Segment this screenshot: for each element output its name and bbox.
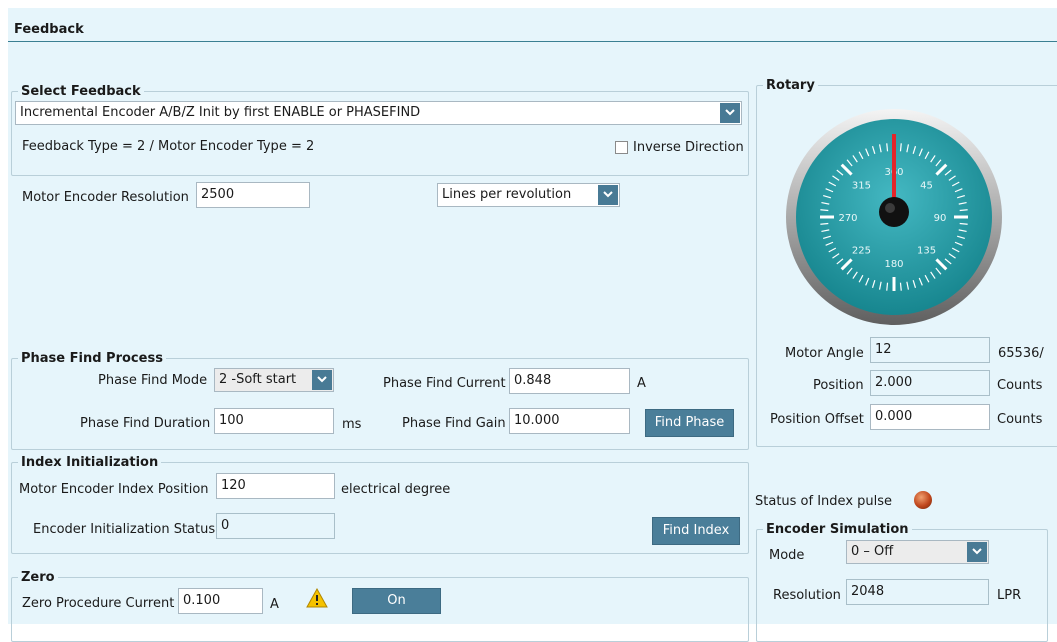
feedback-type-text: Feedback Type = 2 / Motor Encoder Type =… (22, 139, 315, 154)
index-pulse-label: Status of Index pulse (755, 494, 893, 509)
index-position-unit: electrical degree (341, 482, 451, 497)
gauge-minor-tick (899, 282, 902, 291)
gauge-minor-tick (820, 209, 829, 212)
gauge-label: 90 (934, 213, 947, 224)
panel-title: Feedback (14, 22, 84, 37)
sim-resolution-unit: LPR (997, 588, 1022, 603)
chevron-down-icon[interactable] (967, 542, 987, 562)
find-phase-button[interactable]: Find Phase (645, 409, 734, 437)
gauge-minor-tick (886, 282, 889, 291)
gauge-label: 45 (920, 180, 933, 191)
gauge-hub (879, 197, 909, 227)
chevron-down-icon[interactable] (720, 103, 740, 123)
gauge-label: 180 (884, 259, 903, 270)
phase-find-duration-input[interactable]: 100 (214, 408, 334, 434)
rotary-legend: Rotary (766, 78, 815, 93)
gauge-label: 270 (838, 213, 857, 224)
gauge-label: 315 (852, 180, 871, 191)
select-feedback-group: Select Feedback (11, 84, 749, 176)
rotary-gauge: 3604590135180225270315 (786, 109, 1002, 325)
resolution-units-dropdown[interactable]: Lines per revolution (437, 183, 620, 207)
select-feedback-legend: Select Feedback (21, 84, 141, 99)
phase-find-gain-input[interactable]: 10.000 (509, 408, 630, 434)
gauge-minor-tick (959, 209, 968, 212)
motor-encoder-resolution-label: Motor Encoder Resolution (22, 190, 189, 205)
index-position-input[interactable]: 120 (216, 473, 335, 499)
sim-resolution-label: Resolution (773, 588, 841, 603)
index-position-label: Motor Encoder Index Position (19, 482, 209, 497)
index-pulse-led-icon (914, 491, 932, 509)
zero-current-input[interactable]: 0.100 (178, 588, 263, 614)
feedback-type-dropdown[interactable]: Incremental Encoder A/B/Z Init by first … (15, 101, 742, 125)
phase-find-current-label: Phase Find Current (383, 376, 506, 391)
phase-find-current-unit: A (637, 376, 646, 391)
phase-find-legend: Phase Find Process (21, 351, 163, 366)
index-initialization-legend: Index Initialization (21, 455, 159, 470)
phase-find-current-input[interactable]: 0.848 (509, 368, 630, 394)
chevron-down-icon[interactable] (598, 185, 618, 205)
motor-angle-value: 12 (870, 337, 990, 363)
warning-icon (306, 587, 328, 612)
index-initialization-group: Index Initialization (11, 455, 749, 554)
motor-angle-label: Motor Angle (785, 346, 864, 361)
motor-encoder-resolution-input[interactable]: 2500 (196, 182, 310, 208)
gauge-minor-tick (959, 222, 968, 225)
zero-current-label: Zero Procedure Current (22, 596, 175, 611)
chevron-down-icon[interactable] (312, 370, 332, 390)
gauge-minor-tick (886, 143, 889, 152)
encoder-simulation-legend: Encoder Simulation (766, 522, 909, 537)
encoder-init-status-value: 0 (216, 513, 335, 539)
sim-mode-value: 0 – Off (851, 544, 894, 559)
gauge-label: 225 (852, 246, 871, 257)
gauge-label: 135 (917, 246, 936, 257)
position-unit: Counts (997, 378, 1043, 393)
position-offset-label: Position Offset (770, 412, 864, 427)
sim-resolution-value: 2048 (846, 579, 989, 605)
sim-mode-dropdown[interactable]: 0 – Off (846, 540, 989, 564)
phase-find-mode-value: 2 -Soft start (219, 372, 297, 387)
position-label: Position (813, 378, 864, 393)
feedback-type-value: Incremental Encoder A/B/Z Init by first … (20, 105, 421, 120)
phase-find-gain-label: Phase Find Gain (402, 416, 506, 431)
inverse-direction-label: Inverse Direction (633, 140, 744, 155)
sim-mode-label: Mode (769, 548, 805, 563)
title-divider (8, 41, 1057, 42)
phase-find-duration-label: Phase Find Duration (80, 416, 211, 431)
position-offset-unit: Counts (997, 412, 1043, 427)
motor-angle-unit: 65536/ (998, 346, 1044, 361)
resolution-units-value: Lines per revolution (442, 187, 572, 202)
gauge-minor-tick (820, 222, 829, 225)
phase-find-duration-unit: ms (342, 417, 362, 432)
encoder-init-status-label: Encoder Initialization Status (33, 522, 216, 537)
phase-find-mode-label: Phase Find Mode (98, 373, 208, 388)
zero-legend: Zero (21, 570, 55, 585)
inverse-direction-checkbox[interactable] (615, 141, 628, 154)
position-offset-input[interactable]: 0.000 (870, 404, 990, 430)
phase-find-mode-dropdown[interactable]: 2 -Soft start (214, 368, 334, 392)
find-index-button[interactable]: Find Index (652, 517, 740, 545)
zero-current-unit: A (270, 597, 279, 612)
phase-find-group: Phase Find Process (11, 351, 749, 450)
zero-on-button[interactable]: On (352, 588, 441, 614)
gauge-minor-tick (899, 143, 902, 152)
position-value: 2.000 (870, 370, 990, 396)
